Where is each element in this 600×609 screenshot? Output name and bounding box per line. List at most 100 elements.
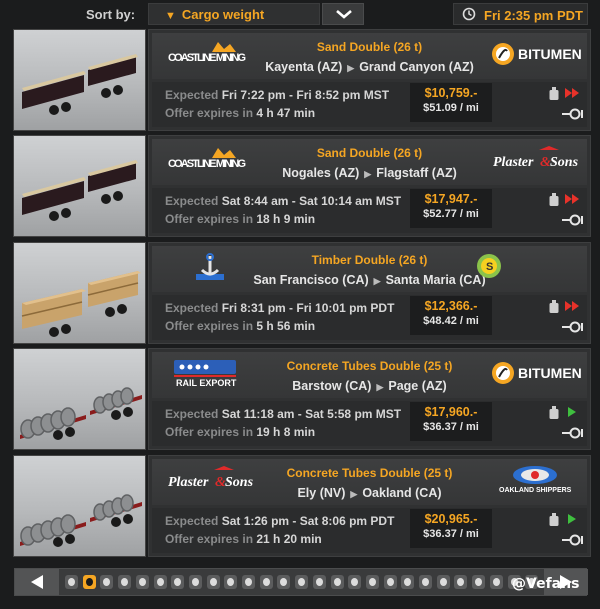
cargo-name: Sand Double (26 t): [316, 40, 423, 54]
page-dot[interactable]: [171, 575, 185, 589]
expected-arrival: Expected Fri 8:31 pm - Fri 10:01 pm PDT: [165, 301, 394, 315]
job-offer-row[interactable]: Plaster & Sons Concrete Tubes Double (25…: [13, 455, 591, 557]
payment-box: $17,960.- $36.37 / mi: [410, 402, 492, 441]
job-offer-card[interactable]: COASTLINE MINING Sand Double (26 t) Noga…: [148, 135, 591, 237]
page-dot[interactable]: [259, 575, 273, 589]
svg-text:BITUMEN: BITUMEN: [518, 365, 581, 381]
destination-city: Flagstaff (AZ): [376, 166, 457, 180]
sand-trailer-image: [22, 160, 138, 221]
cargo-weight-icon: [549, 300, 559, 313]
page-dot[interactable]: [419, 575, 432, 589]
page-dot[interactable]: [312, 575, 326, 589]
expected-label: Expected: [165, 301, 219, 315]
page-dot[interactable]: [242, 575, 255, 589]
page-dot[interactable]: [135, 575, 149, 589]
urgency-icon: [568, 407, 576, 417]
job-header: COASTLINE MINING Sand Double (26 t) Noga…: [152, 139, 587, 185]
trailer-thumbnail: [13, 135, 146, 237]
timber-trailer-image: [21, 271, 141, 337]
payment-per-mile: $48.42 / mi: [423, 315, 479, 327]
cargo-name: Concrete Tubes Double (25 t): [286, 466, 453, 480]
destination-city: Page (AZ): [388, 379, 447, 393]
offer-expires-label: Offer expires in: [165, 319, 254, 333]
cargo-weight-icon: [549, 406, 559, 419]
destination-company-logo: BITUMEN: [491, 358, 582, 388]
origin-city: San Francisco (CA): [253, 273, 369, 287]
urgency-icon: [568, 514, 576, 524]
origin-city: Kayenta (AZ): [265, 60, 343, 74]
job-offer-row[interactable]: COASTLINE MINING Sand Double (26 t) Kaye…: [13, 29, 591, 131]
page-dot[interactable]: [295, 575, 309, 589]
page-dot[interactable]: [489, 575, 503, 589]
destination-company-logo: Plaster & Sons: [491, 145, 581, 175]
svg-text:OAKLAND SHIPPERS: OAKLAND SHIPPERS: [499, 487, 572, 494]
page-dot[interactable]: [436, 575, 450, 589]
page-dot[interactable]: [65, 575, 78, 589]
page-dot[interactable]: [82, 575, 96, 589]
watermark: @Vefans: [512, 576, 580, 592]
page-dot[interactable]: [118, 575, 132, 589]
offer-expiry: Offer expires in 18 h 9 min: [165, 212, 315, 226]
sort-dropdown-toggle[interactable]: [322, 3, 364, 25]
job-offer-row[interactable]: Timber Double (26 t) San Francisco (CA) ▶…: [13, 242, 591, 344]
page-dot[interactable]: [383, 575, 397, 589]
offer-expires-label: Offer expires in: [165, 106, 254, 120]
route: San Francisco (CA) ▶ Santa Maria (CA): [242, 273, 497, 287]
page-dot[interactable]: [206, 575, 220, 589]
prev-page-button[interactable]: [15, 569, 59, 595]
payment-box: $20,965.- $36.37 / mi: [410, 509, 492, 548]
cargo-weight-icon: [549, 193, 559, 206]
sort-dropdown[interactable]: ▼ Cargo weight: [148, 3, 320, 25]
job-offer-row[interactable]: RAIL EXPORT Concrete Tubes Double (25 t)…: [13, 348, 591, 450]
page-dot[interactable]: [365, 575, 379, 589]
page-dot[interactable]: [188, 575, 202, 589]
job-offer-card[interactable]: COASTLINE MINING Sand Double (26 t) Kaye…: [148, 29, 591, 131]
svg-text:Plaster: Plaster: [168, 475, 209, 490]
trailer-hitch-icon: [562, 214, 583, 226]
offer-expires-value: 4 h 47 min: [256, 106, 316, 120]
job-offer-card[interactable]: RAIL EXPORT Concrete Tubes Double (25 t)…: [148, 348, 591, 450]
page-dot[interactable]: [224, 575, 238, 589]
payment-per-mile: $52.77 / mi: [423, 208, 479, 220]
origin-city: Ely (NV): [297, 486, 346, 500]
job-details: Expected Sat 8:44 am - Sat 10:14 am MST …: [152, 188, 587, 233]
page-dot[interactable]: [153, 575, 167, 589]
page-dot[interactable]: [100, 575, 114, 589]
expected-window: Sat 8:44 am - Sat 10:14 am MST: [221, 194, 402, 208]
sort-descending-icon: ▼: [165, 10, 176, 22]
offer-expires-value: 5 h 56 min: [256, 319, 316, 333]
job-status-icons: [548, 84, 584, 124]
destination-company-logo: BITUMEN: [491, 39, 582, 69]
page-dot[interactable]: [330, 575, 344, 589]
urgency-icon: [565, 194, 579, 204]
route-arrow-icon: ▶: [350, 489, 358, 499]
route-arrow-icon: ▶: [364, 169, 372, 179]
job-details: Expected Fri 8:31 pm - Fri 10:01 pm PDT …: [152, 295, 587, 340]
job-offer-card[interactable]: Plaster & Sons Concrete Tubes Double (25…: [148, 455, 591, 557]
tubes-trailer-image: [20, 494, 142, 547]
page-dot[interactable]: [472, 575, 486, 589]
page-dot[interactable]: [454, 575, 468, 589]
job-status-icons: [548, 403, 584, 443]
expected-window: Fri 8:31 pm - Fri 10:01 pm PDT: [221, 301, 395, 315]
cargo-name: Timber Double (26 t): [311, 253, 428, 267]
route: Kayenta (AZ) ▶ Grand Canyon (AZ): [242, 60, 497, 74]
job-offer-row[interactable]: COASTLINE MINING Sand Double (26 t) Noga…: [13, 135, 591, 237]
job-offer-card[interactable]: Timber Double (26 t) San Francisco (CA) ▶…: [148, 242, 591, 344]
job-details: Expected Fri 7:22 pm - Fri 8:52 pm MST O…: [152, 82, 587, 127]
payment-per-mile: $36.37 / mi: [423, 528, 479, 540]
svg-text:S: S: [486, 261, 493, 273]
job-status-icons: [548, 190, 584, 230]
trailer-thumbnail: [13, 242, 146, 344]
page-dot[interactable]: [277, 575, 291, 589]
trailer-thumbnail: [13, 455, 146, 557]
destination-city: Oakland (CA): [362, 486, 442, 500]
route: Nogales (AZ) ▶ Flagstaff (AZ): [242, 166, 497, 180]
expected-arrival: Expected Sat 11:18 am - Sat 5:58 pm MST: [165, 407, 401, 421]
page-dot[interactable]: [401, 575, 415, 589]
svg-text:COASTLINE MINING: COASTLINE MINING: [168, 52, 246, 64]
expected-arrival: Expected Fri 7:22 pm - Fri 8:52 pm MST: [165, 88, 389, 102]
expected-window: Sat 11:18 am - Sat 5:58 pm MST: [221, 407, 402, 421]
page-dot[interactable]: [348, 575, 362, 589]
route-arrow-icon: ▶: [347, 63, 355, 73]
